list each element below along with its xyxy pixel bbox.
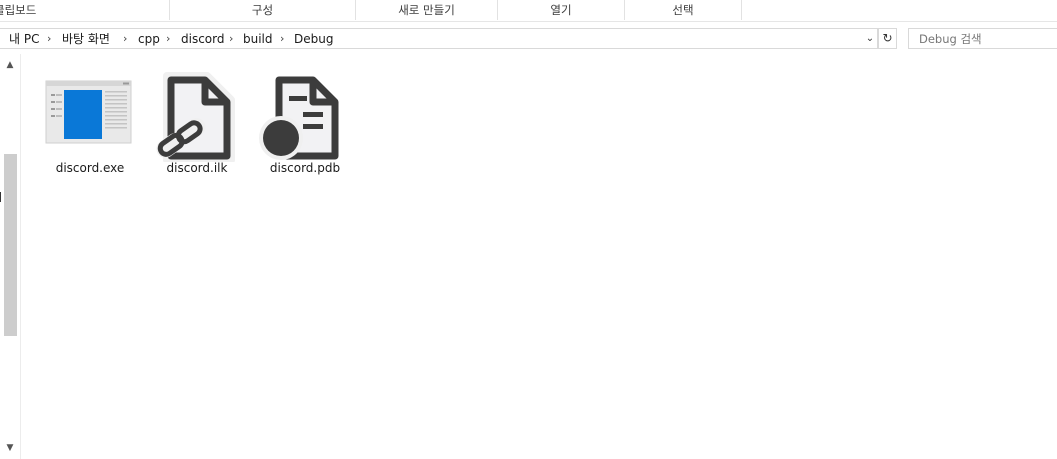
breadcrumb-cpp[interactable]: cpp <box>138 29 160 49</box>
scroll-up-arrow-icon[interactable]: ▲ <box>3 58 17 72</box>
application-window-icon <box>40 68 140 162</box>
breadcrumb-separator-icon[interactable]: › <box>280 29 284 49</box>
ribbon-group-open: 열기 <box>498 0 625 20</box>
file-explorer-window: 클립보드 구성 새로 만들기 열기 선택 내 PC › 바탕 화면 › cpp … <box>0 0 1057 459</box>
file-item-discord-ilk[interactable]: discord.ilk <box>147 68 247 178</box>
debug-database-file-icon <box>255 68 355 162</box>
vertical-scrollbar-thumb[interactable] <box>4 154 17 336</box>
refresh-icon[interactable]: ↻ <box>878 28 897 49</box>
ribbon-group-organize: 구성 <box>170 0 356 20</box>
file-list-view[interactable]: discord.exe discord.ilk discord.pdb <box>21 54 1057 459</box>
breadcrumb-separator-icon[interactable]: › <box>166 29 170 49</box>
ribbon-group-new: 새로 만들기 <box>356 0 498 20</box>
chevron-down-icon[interactable]: ⌄ <box>862 29 878 49</box>
navigation-pane: ▲ ▼ <box>0 54 21 459</box>
ribbon-group-select: 선택 <box>625 0 742 20</box>
file-item-discord-pdb[interactable]: discord.pdb <box>255 68 355 178</box>
breadcrumb-build[interactable]: build <box>243 29 273 49</box>
search-input[interactable] <box>909 29 1054 48</box>
breadcrumb-discord[interactable]: discord <box>181 29 224 49</box>
ribbon-group-clipboard: 클립보드 <box>0 0 170 20</box>
file-name-label: discord.ilk <box>166 161 228 175</box>
linked-file-icon <box>147 68 247 164</box>
address-row: 내 PC › 바탕 화면 › cpp › discord › build › D… <box>0 28 1057 50</box>
ribbon-group-labels: 클립보드 구성 새로 만들기 열기 선택 <box>0 0 1057 22</box>
breadcrumb-debug[interactable]: Debug <box>294 29 333 49</box>
address-bar[interactable]: 내 PC › 바탕 화면 › cpp › discord › build › D… <box>0 28 878 49</box>
breadcrumb-desktop[interactable]: 바탕 화면 <box>62 29 110 49</box>
breadcrumb-separator-icon[interactable]: › <box>47 29 51 49</box>
search-box[interactable] <box>908 28 1057 49</box>
breadcrumb-this-pc[interactable]: 내 PC <box>9 29 39 49</box>
file-name-label: discord.pdb <box>269 161 341 175</box>
file-item-discord-exe[interactable]: discord.exe <box>40 68 140 178</box>
breadcrumb-separator-icon[interactable]: › <box>229 29 233 49</box>
pane-splitter-handle[interactable] <box>0 192 1 202</box>
scroll-down-arrow-icon[interactable]: ▼ <box>3 441 17 455</box>
breadcrumb-separator-icon[interactable]: › <box>123 29 127 49</box>
file-name-label: discord.exe <box>55 161 125 175</box>
